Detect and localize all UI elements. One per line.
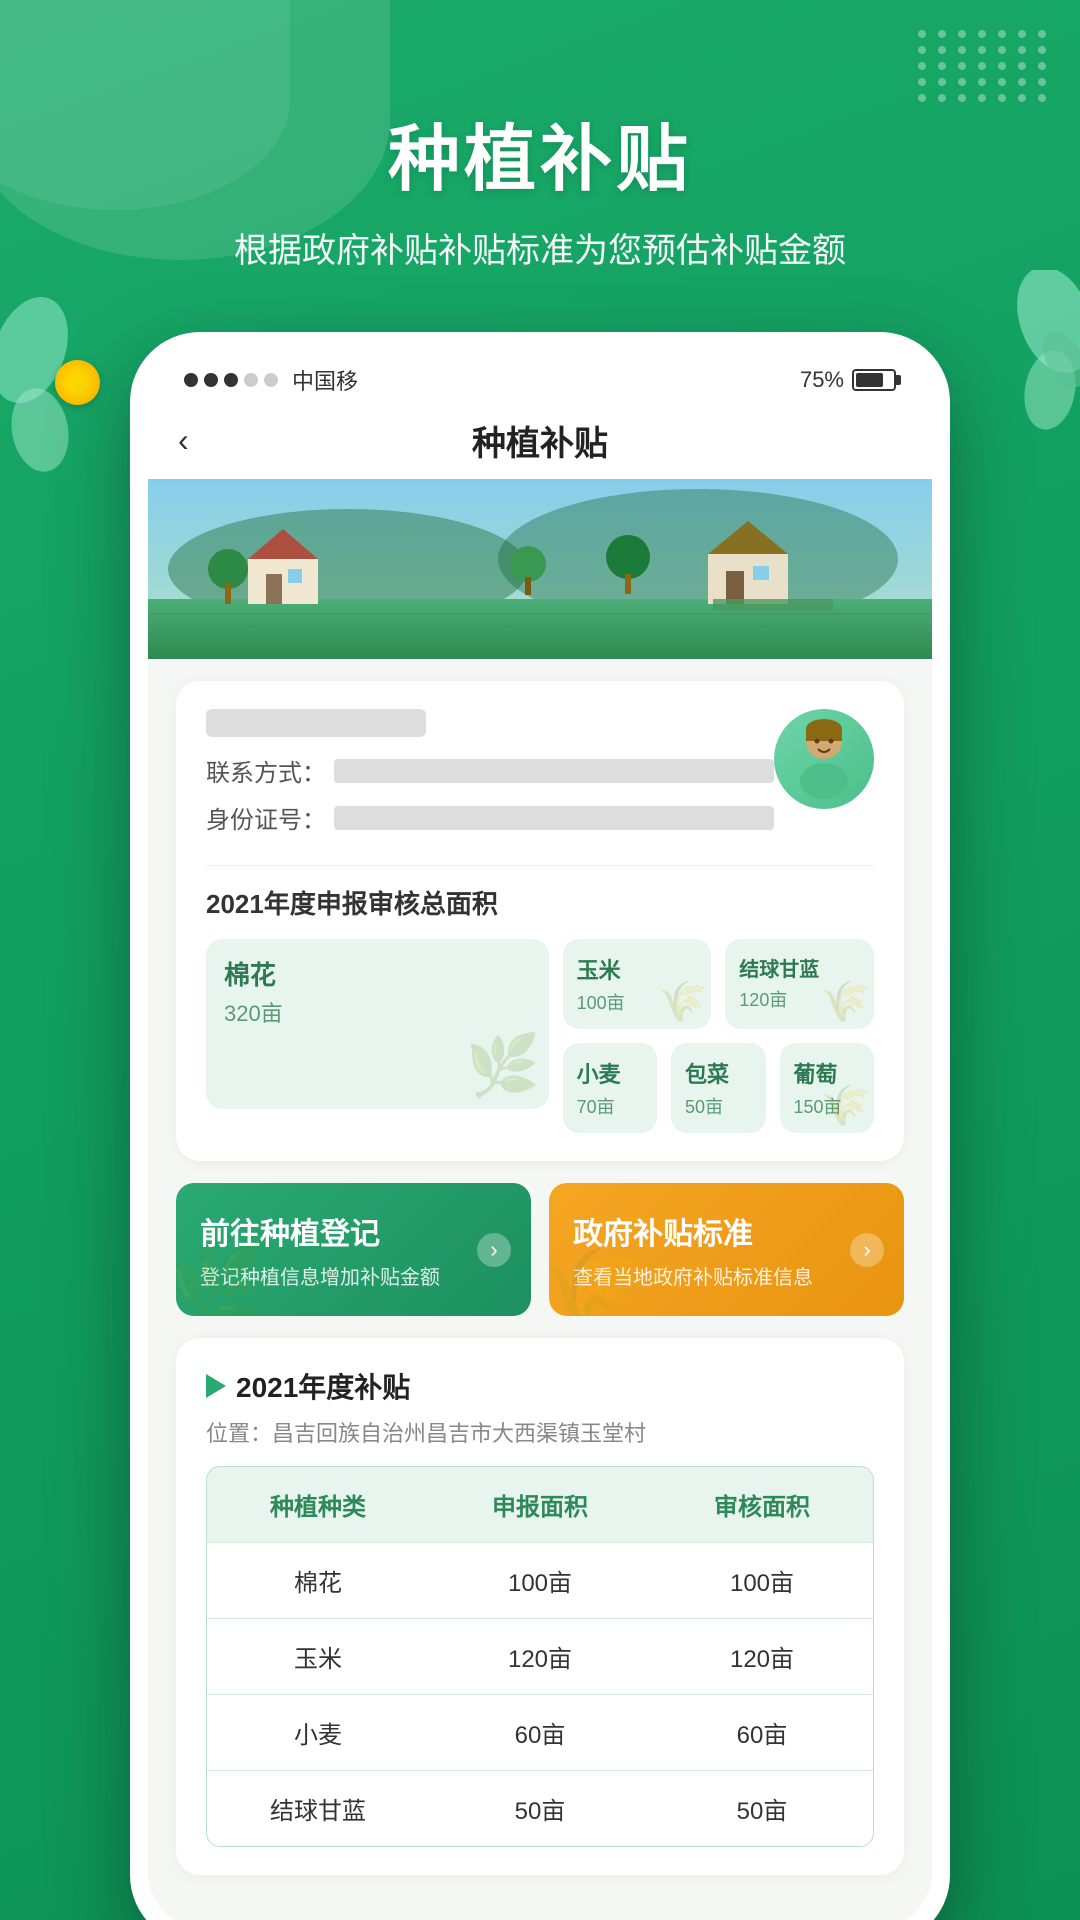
id-field: 身份证号：	[206, 800, 774, 835]
cell-wheat-reported: 60亩	[429, 1695, 651, 1770]
crop-row-top: 玉米 100亩 🌾 结球甘蓝 120亩 🌾	[563, 939, 874, 1029]
crop-icon-cabbage: 🌾	[820, 978, 870, 1025]
table-row-cabbage: 结球甘蓝 50亩 50亩	[207, 1770, 873, 1846]
battery-percentage: 75%	[800, 367, 844, 393]
col-header-approved: 审核面积	[651, 1467, 873, 1542]
crop-area-pakchoi: 50亩	[685, 1093, 751, 1119]
crop-name-pakchoi: 包菜	[685, 1057, 751, 1089]
signal-dot-3	[224, 373, 238, 387]
contact-label: 联系方式：	[206, 753, 326, 788]
subsidy-header: 2021年度补贴	[206, 1366, 874, 1406]
avatar	[774, 709, 874, 809]
cell-cabbage-name: 结球甘蓝	[207, 1771, 429, 1846]
crop-name-cotton: 棉花	[224, 955, 531, 992]
divider-1	[206, 865, 874, 866]
crop-icon-grape: 🌾	[820, 1082, 870, 1129]
crop-card-wheat: 小麦 70亩	[563, 1043, 657, 1133]
user-info-row: 联系方式： 身份证号：	[206, 709, 874, 847]
background: 种植补贴 根据政府补贴补贴标准为您预估补贴金额 中国移 75%	[0, 0, 1080, 1920]
crop-col-left: 棉花 320亩 🌿	[206, 939, 549, 1133]
location-label: 位置：	[206, 1421, 272, 1446]
crop-card-pakchoi: 包菜 50亩	[671, 1043, 765, 1133]
crop-area-cotton: 320亩	[224, 996, 531, 1028]
crop-name-wheat: 小麦	[577, 1057, 643, 1089]
user-details: 联系方式： 身份证号：	[206, 709, 774, 847]
cell-cotton-reported: 100亩	[429, 1543, 651, 1618]
user-info-card: 联系方式： 身份证号：	[176, 681, 904, 1161]
contact-field: 联系方式：	[206, 753, 774, 788]
signal-dot-1	[184, 373, 198, 387]
action-row: 🌿 前往种植登记 登记种植信息增加补贴金额 › 🌾 政府补贴标准 查看当地政府补…	[176, 1183, 904, 1316]
subsidy-title: 2021年度补贴	[236, 1366, 410, 1406]
title-section: 种植补贴 根据政府补贴补贴标准为您预估补贴金额	[0, 0, 1080, 272]
contact-blur	[334, 759, 774, 783]
cell-corn-reported: 120亩	[429, 1619, 651, 1694]
farm-scene-svg	[148, 479, 932, 659]
phone-screen: 中国移 75% ‹ 种植补贴	[148, 350, 932, 1920]
avatar-svg	[789, 719, 859, 799]
subsidy-card: 2021年度补贴 位置：昌吉回族自治州昌吉市大西渠镇玉堂村 种植种类 申报面积 …	[176, 1338, 904, 1875]
signal-area: 中国移	[184, 364, 358, 396]
cell-wheat-approved: 60亩	[651, 1695, 873, 1770]
status-bar: 中国移 75%	[148, 350, 932, 406]
crop-card-cotton: 棉花 320亩 🌿	[206, 939, 549, 1109]
triangle-icon	[206, 1374, 226, 1398]
hero-image	[148, 479, 932, 659]
cell-cotton-approved: 100亩	[651, 1543, 873, 1618]
user-name-blur	[206, 709, 426, 737]
crop-card-grape: 葡萄 150亩 🌾	[780, 1043, 874, 1133]
id-label: 身份证号：	[206, 800, 326, 835]
deco-flower	[55, 360, 100, 405]
crop-card-cabbage: 结球甘蓝 120亩 🌾	[725, 939, 874, 1029]
nav-bar: ‹ 种植补贴	[148, 406, 932, 479]
cell-cabbage-approved: 50亩	[651, 1771, 873, 1846]
cell-cotton-name: 棉花	[207, 1543, 429, 1618]
location-value: 昌吉回族自治州昌吉市大西渠镇玉堂村	[272, 1421, 646, 1446]
phone-frame: 中国移 75% ‹ 种植补贴	[130, 332, 950, 1920]
crop-row-bottom: 小麦 70亩 包菜 50亩 葡萄 150亩	[563, 1043, 874, 1133]
battery-fill	[856, 373, 883, 387]
crop-icon-corn: 🌾	[657, 978, 707, 1025]
register-arrow: ›	[477, 1233, 511, 1267]
cell-cabbage-reported: 50亩	[429, 1771, 651, 1846]
col-header-crop: 种植种类	[207, 1467, 429, 1542]
register-deco: 🌿	[176, 1242, 266, 1316]
signal-dot-5	[264, 373, 278, 387]
policy-deco: 🌾	[549, 1242, 639, 1316]
crop-col-right: 玉米 100亩 🌾 结球甘蓝 120亩 🌾	[563, 939, 874, 1133]
back-button[interactable]: ‹	[178, 422, 189, 459]
id-blur	[334, 806, 774, 830]
cell-corn-approved: 120亩	[651, 1619, 873, 1694]
main-title: 种植补贴	[0, 100, 1080, 205]
sub-title: 根据政府补贴补贴标准为您预估补贴金额	[0, 223, 1080, 272]
crops-section-title: 2021年度申报审核总面积	[206, 884, 874, 921]
crop-card-corn: 玉米 100亩 🌾	[563, 939, 712, 1029]
col-header-reported: 申报面积	[429, 1467, 651, 1542]
signal-dot-4	[244, 373, 258, 387]
nav-title: 种植补贴	[472, 416, 608, 465]
content-area: 联系方式： 身份证号：	[148, 681, 932, 1920]
table-row-wheat: 小麦 60亩 60亩	[207, 1694, 873, 1770]
carrier-text: 中国移	[292, 364, 358, 396]
location-text: 位置：昌吉回族自治州昌吉市大西渠镇玉堂村	[206, 1416, 874, 1448]
signal-dot-2	[204, 373, 218, 387]
crop-grid: 棉花 320亩 🌿 玉米 100亩	[206, 939, 874, 1133]
crop-icon-cotton: 🌿	[466, 1030, 541, 1101]
table-row-cotton: 棉花 100亩 100亩	[207, 1542, 873, 1618]
deco-leaves-right	[995, 270, 1080, 450]
table-header: 种植种类 申报面积 审核面积	[207, 1467, 873, 1542]
subsidy-table: 种植种类 申报面积 审核面积 棉花 100亩 100亩 玉米	[206, 1466, 874, 1847]
crop-area-wheat: 70亩	[577, 1093, 643, 1119]
battery-icon	[852, 369, 896, 391]
register-button[interactable]: 🌿 前往种植登记 登记种植信息增加补贴金额 ›	[176, 1183, 531, 1316]
phone-wrapper: 中国移 75% ‹ 种植补贴	[130, 332, 950, 1920]
policy-button[interactable]: 🌾 政府补贴标准 查看当地政府补贴标准信息 ›	[549, 1183, 904, 1316]
cell-wheat-name: 小麦	[207, 1695, 429, 1770]
table-row-corn: 玉米 120亩 120亩	[207, 1618, 873, 1694]
cell-corn-name: 玉米	[207, 1619, 429, 1694]
policy-arrow: ›	[850, 1233, 884, 1267]
battery-area: 75%	[800, 367, 896, 393]
